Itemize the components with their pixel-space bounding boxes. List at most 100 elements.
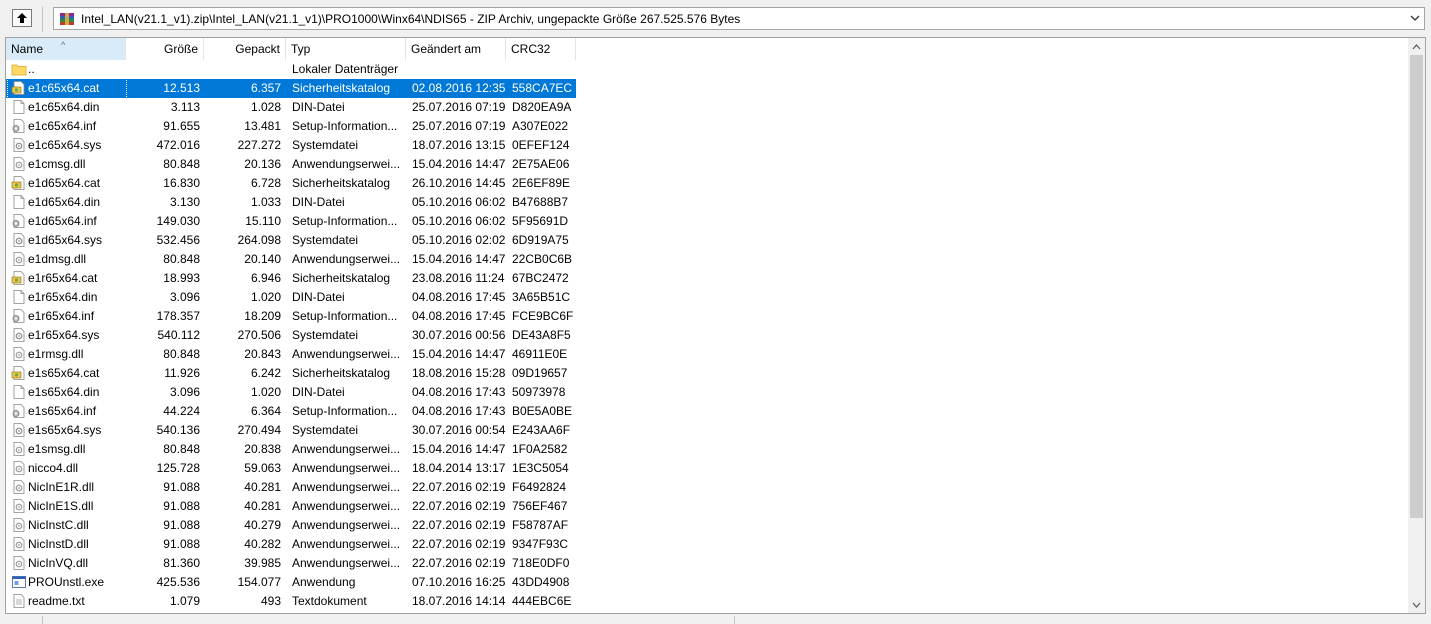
file-type: Systemdatei [292, 233, 359, 247]
file-list[interactable]: ^ Name Größe Gepackt Typ Geändert am CRC… [5, 37, 1426, 614]
column-header-packed[interactable]: Gepackt [204, 38, 286, 60]
table-row[interactable]: e1s65x64.cat 11.926 6.242 Sicherheitskatalo… [6, 364, 576, 383]
table-row[interactable]: e1rmsg.dll 80.848 20.843 Anwendungserwei...… [6, 345, 576, 364]
file-name-cell[interactable]: e1smsg.dll [8, 440, 126, 459]
table-row[interactable]: e1r65x64.cat 18.993 6.946 Sicherheitskatalo… [6, 269, 576, 288]
chevron-down-icon[interactable] [1409, 12, 1421, 24]
file-type: Setup-Information... [292, 404, 398, 418]
file-size: 472.016 [156, 138, 200, 152]
table-row[interactable]: NicInstC.dll 91.088 40.279 Anwendungserwei.… [6, 516, 576, 535]
table-row[interactable]: e1d65x64.inf 149.030 15.110 Setup-Informati… [6, 212, 576, 231]
file-name-cell[interactable]: e1c65x64.inf [8, 117, 126, 136]
file-type: Setup-Information... [292, 214, 398, 228]
table-row[interactable]: e1r65x64.inf 178.357 18.209 Setup-Informati… [6, 307, 576, 326]
table-row[interactable]: e1s65x64.inf 44.224 6.364 Setup-Information… [6, 402, 576, 421]
file-packed-size: 6.728 [250, 176, 281, 190]
file-crc: F6492824 [512, 480, 567, 494]
file-crc: E243AA6F [512, 423, 571, 437]
file-name-cell[interactable]: e1d65x64.cat [8, 174, 126, 193]
table-row[interactable]: NicInVQ.dll 81.360 39.985 Anwendungserwei..… [6, 554, 576, 573]
file-name: e1d65x64.din [28, 195, 101, 209]
arrow-up-icon [17, 13, 27, 23]
file-name-cell[interactable]: NicInE1S.dll [8, 497, 126, 516]
catalog-icon [11, 176, 25, 190]
table-row[interactable]: NicInE1R.dll 91.088 40.281 Anwendungserwei.… [6, 478, 576, 497]
column-header-crc[interactable]: CRC32 [506, 38, 576, 60]
file-size: 16.830 [163, 176, 200, 190]
file-crc: A307E022 [512, 119, 569, 133]
table-row[interactable]: PROUnstl.exe 425.536 154.077 Anwendung 07.10… [6, 573, 576, 592]
column-header-name[interactable]: ^ Name [6, 38, 126, 60]
blank-file-icon [13, 195, 25, 209]
file-name-cell[interactable]: .. [8, 60, 126, 79]
file-size: 11.926 [164, 366, 200, 380]
file-crc: 3A65B51C [512, 290, 571, 304]
file-name-cell[interactable]: e1r65x64.cat [8, 269, 126, 288]
scrollbar-thumb[interactable] [1410, 55, 1423, 518]
file-name-cell[interactable]: NicInstC.dll [8, 516, 126, 535]
file-crc: 2E75AE06 [512, 157, 570, 171]
address-combobox[interactable]: Intel_LAN(v21.1_v1).zip\Intel_LAN(v21.1_… [53, 7, 1425, 30]
file-name-cell[interactable]: NicInE1R.dll [8, 478, 126, 497]
dll-file-icon [13, 556, 25, 570]
file-name: e1c65x64.inf [28, 119, 97, 133]
table-row[interactable]: e1smsg.dll 80.848 20.838 Anwendungserwei...… [6, 440, 576, 459]
up-folder-button[interactable] [12, 9, 32, 27]
file-name-cell[interactable]: e1r65x64.sys [8, 326, 126, 345]
table-row[interactable]: readme.txt 1.079 493 Textdokument 18.07.2016… [6, 592, 576, 611]
file-name-cell[interactable]: e1s65x64.cat [8, 364, 126, 383]
table-row[interactable]: NicInstD.dll 91.088 40.282 Anwendungserwei.… [6, 535, 576, 554]
table-row[interactable]: e1c65x64.sys 472.016 227.272 Systemdatei 18.… [6, 136, 576, 155]
file-size: 12.513 [163, 81, 200, 95]
file-crc: 756EF467 [512, 499, 568, 513]
file-name-cell[interactable]: readme.txt [8, 592, 126, 611]
file-name-cell[interactable]: e1r65x64.inf [8, 307, 126, 326]
table-row[interactable]: e1dmsg.dll 80.848 20.140 Anwendungserwei...… [6, 250, 576, 269]
file-type: Textdokument [292, 594, 367, 608]
status-divider [42, 616, 43, 624]
table-row[interactable]: e1c65x64.din 3.113 1.028 DIN-Datei 25.07.201… [6, 98, 576, 117]
table-row[interactable]: e1s65x64.sys 540.136 270.494 Systemdatei 30.… [6, 421, 576, 440]
file-name-cell[interactable]: e1s65x64.din [8, 383, 126, 402]
file-name-cell[interactable]: e1s65x64.sys [8, 421, 126, 440]
vertical-scrollbar[interactable] [1408, 38, 1425, 613]
file-name-cell[interactable]: NicInVQ.dll [8, 554, 126, 573]
file-name-cell[interactable]: NicInstD.dll [8, 535, 126, 554]
file-name: e1d65x64.inf [28, 214, 97, 228]
column-header-type[interactable]: Typ [286, 38, 406, 60]
column-header-modified[interactable]: Geändert am [406, 38, 506, 60]
file-name-cell[interactable]: e1d65x64.sys [8, 231, 126, 250]
scroll-up-button[interactable] [1408, 38, 1425, 55]
table-row[interactable]: e1d65x64.din 3.130 1.033 DIN-Datei 05.10.201… [6, 193, 576, 212]
scroll-down-button[interactable] [1408, 596, 1425, 613]
table-row[interactable]: e1c65x64.inf 91.655 13.481 Setup-Informatio… [6, 117, 576, 136]
file-packed-size: 6.357 [250, 81, 281, 95]
file-name-cell[interactable]: e1r65x64.din [8, 288, 126, 307]
table-row[interactable]: e1d65x64.sys 532.456 264.098 Systemdatei 05.… [6, 231, 576, 250]
file-name-cell[interactable]: e1s65x64.inf [8, 402, 126, 421]
file-name-cell[interactable]: nicco4.dll [8, 459, 126, 478]
file-name-cell[interactable]: e1dmsg.dll [8, 250, 126, 269]
file-name-cell[interactable]: e1rmsg.dll [8, 345, 126, 364]
file-name-cell[interactable]: e1d65x64.inf [8, 212, 126, 231]
file-name-cell[interactable]: e1c65x64.cat [7, 78, 127, 99]
table-row[interactable]: nicco4.dll 125.728 59.063 Anwendungserwei..… [6, 459, 576, 478]
column-header-size[interactable]: Größe [126, 38, 204, 60]
file-name-cell[interactable]: e1cmsg.dll [8, 155, 126, 174]
table-row[interactable]: NicInE1S.dll 91.088 40.281 Anwendungserwei.… [6, 497, 576, 516]
file-crc: 5F95691D [512, 214, 569, 228]
table-row[interactable]: e1d65x64.cat 16.830 6.728 Sicherheitskatalo… [6, 174, 576, 193]
file-size: 3.096 [169, 290, 200, 304]
file-name-cell[interactable]: e1c65x64.din [8, 98, 126, 117]
file-modified: 25.07.2016 07:19 [412, 119, 506, 133]
table-row[interactable]: e1r65x64.sys 540.112 270.506 Systemdatei 30.… [6, 326, 576, 345]
table-row[interactable]: e1cmsg.dll 80.848 20.136 Anwendungserwei...… [6, 155, 576, 174]
table-row[interactable]: e1r65x64.din 3.096 1.020 DIN-Datei 04.08.201… [6, 288, 576, 307]
table-row[interactable]: e1s65x64.din 3.096 1.020 DIN-Datei 04.08.201… [6, 383, 576, 402]
file-name-cell[interactable]: e1d65x64.din [8, 193, 126, 212]
file-packed-size: 20.136 [244, 157, 281, 171]
file-name-cell[interactable]: e1c65x64.sys [8, 136, 126, 155]
table-row[interactable]: e1c65x64.cat 12.513 6.357 Sicherheitskatalo… [6, 78, 576, 99]
table-row[interactable]: .. Lokaler Datenträger [6, 60, 576, 79]
file-name-cell[interactable]: PROUnstl.exe [8, 573, 126, 592]
